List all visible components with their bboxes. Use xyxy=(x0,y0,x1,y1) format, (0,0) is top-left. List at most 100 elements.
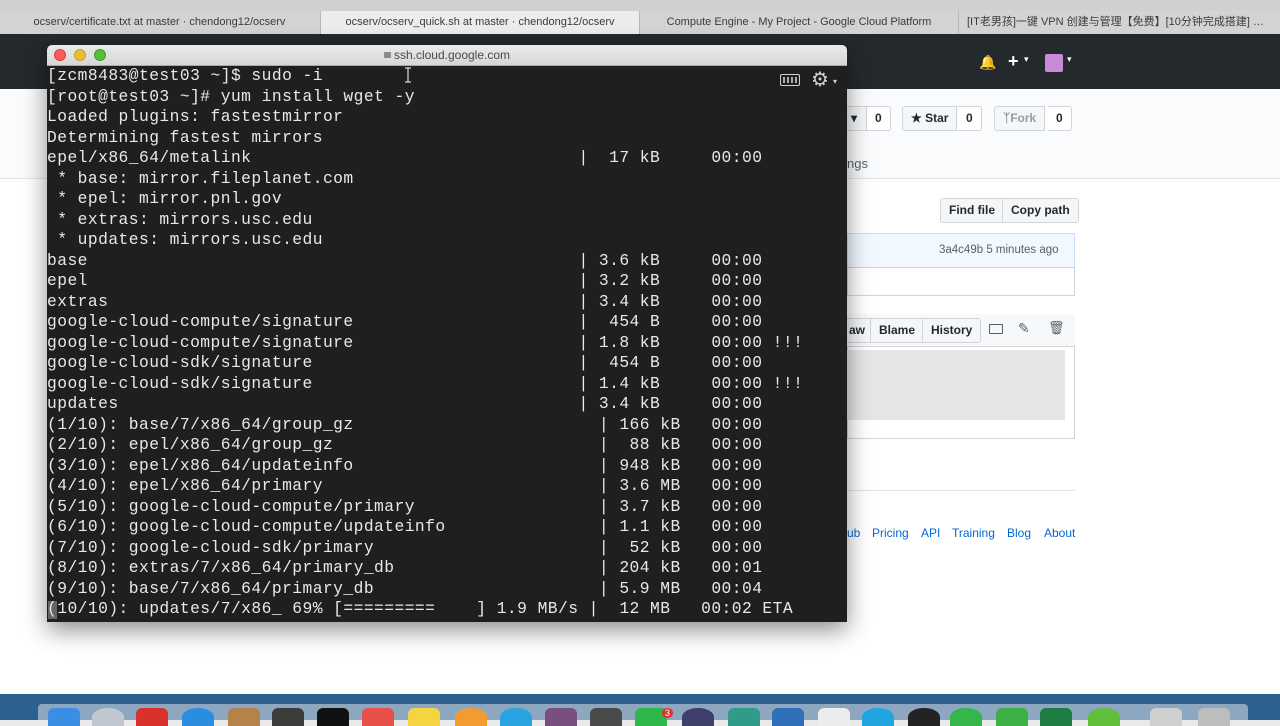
avatar[interactable] xyxy=(1045,54,1063,72)
terminal-output[interactable]: [zcm8483@test03 ~]$ sudo -i [root@test03… xyxy=(47,66,847,622)
browser-tab-bar: ocserv/certificate.txt at master · chend… xyxy=(0,0,1280,34)
app-icon[interactable] xyxy=(590,708,622,726)
pencil-icon[interactable]: ✎ xyxy=(1018,320,1030,337)
terminal-line: * base: mirror.fileplanet.com xyxy=(47,168,354,188)
trash-icon[interactable]: 🗑 xyxy=(1048,320,1065,336)
contributors-box xyxy=(847,267,1075,296)
zoom-window-button[interactable] xyxy=(94,49,106,61)
tab-vpn-video[interactable]: [IT老男孩]一键 VPN 创建与管理【免费】[10分钟完成搭建] 使用... xyxy=(958,11,1280,34)
terminal-line: * updates: mirrors.usc.edu xyxy=(47,230,323,249)
fork-count[interactable]: 0 xyxy=(1048,106,1072,131)
terminal-line: (3/10): epel/x86_64/updateinfo | 948 kB … xyxy=(47,455,763,475)
caret-down-icon[interactable]: ▾ xyxy=(1024,54,1029,65)
caret-down-icon[interactable]: ▾ xyxy=(1067,54,1072,65)
tab-ocserv-quick[interactable]: ocserv/ocserv_quick.sh at master · chend… xyxy=(320,11,639,34)
tab-title: [IT老男孩]一键 VPN 创建与管理【免费】[10分钟完成搭建] 使用... xyxy=(967,16,1280,28)
app-icon[interactable] xyxy=(1088,708,1120,726)
app-icon[interactable] xyxy=(545,708,577,726)
star-icon: ★ xyxy=(911,111,922,125)
tab-certificate[interactable]: ocserv/certificate.txt at master · chend… xyxy=(0,11,319,34)
tab-compute-engine[interactable]: Compute Engine - My Project - Google Clo… xyxy=(639,11,958,34)
finder-icon[interactable] xyxy=(48,708,80,726)
app-icon[interactable] xyxy=(908,708,940,726)
tab-settings[interactable]: ngs xyxy=(847,156,868,171)
terminal-line: (1/10): base/7/x86_64/group_gz | 166 kB … xyxy=(47,414,763,434)
terminal-icon[interactable] xyxy=(317,708,349,726)
terminal-line: Loaded plugins: fastestmirror xyxy=(47,107,344,126)
footer-link-pricing[interactable]: Pricing xyxy=(872,526,909,540)
tab-title: Compute Engine - My Project - Google Clo… xyxy=(666,16,932,28)
terminal-line: google-cloud-compute/signature | 454 B 0… xyxy=(47,312,763,331)
ssh-browser-window: ssh.cloud.google.com [zcm8483@test03 ~]$… xyxy=(47,45,847,622)
app-icon[interactable] xyxy=(682,708,714,726)
terminal-line: * extras: mirrors.usc.edu xyxy=(47,209,313,229)
terminal-line: google-cloud-compute/signature | 1.8 kB … xyxy=(47,332,804,352)
photos-icon[interactable] xyxy=(455,708,487,726)
app-icon[interactable] xyxy=(136,708,168,726)
terminal-line: (2/10): epel/x86_64/group_gz | 88 kB 00:… xyxy=(47,435,763,454)
calendar-icon[interactable] xyxy=(362,708,394,726)
app-icon[interactable] xyxy=(772,708,804,726)
caret-down-icon[interactable]: ▾ xyxy=(833,77,837,86)
app-store-icon[interactable] xyxy=(500,708,532,726)
excel-icon[interactable] xyxy=(1040,708,1072,726)
desktop-icon[interactable] xyxy=(989,324,1003,334)
commit-info[interactable]: 3a4c49b 5 minutes ago xyxy=(939,244,1059,256)
footer-link-github[interactable]: ub xyxy=(847,526,860,540)
downloads-icon[interactable] xyxy=(1150,708,1182,726)
terminal-line: Determining fastest mirrors xyxy=(47,127,323,147)
watch-count[interactable]: 0 xyxy=(867,106,891,131)
terminal-line: epel | 3.2 kB 00:00 xyxy=(47,271,763,290)
app-icon[interactable] xyxy=(996,708,1028,726)
footer-divider xyxy=(847,490,1075,491)
wechat-icon[interactable] xyxy=(950,708,982,726)
footer-link-api[interactable]: API xyxy=(921,526,940,540)
contacts-icon[interactable] xyxy=(228,708,260,726)
tab-title: ocserv/certificate.txt at master · chend… xyxy=(33,16,286,28)
terminal-line: epel/x86_64/metalink | 17 kB 00:00 xyxy=(47,148,763,167)
keyboard-icon[interactable] xyxy=(780,74,800,86)
footer-link-training[interactable]: Training xyxy=(952,526,995,540)
terminal-line: base | 3.6 kB 00:00 xyxy=(47,250,763,270)
terminal-cursor xyxy=(48,601,57,619)
minimize-window-button[interactable] xyxy=(74,49,86,61)
find-file-button[interactable]: Find file xyxy=(940,198,1004,223)
blame-button[interactable]: Blame xyxy=(870,318,925,343)
app-icon[interactable] xyxy=(818,708,850,726)
history-button[interactable]: History xyxy=(922,318,982,343)
text-cursor-icon xyxy=(405,67,411,83)
tab-title: ocserv/ocserv_quick.sh at master · chend… xyxy=(345,16,615,28)
terminal-line: * epel: mirror.pnl.gov xyxy=(47,189,283,208)
bell-icon[interactable]: 🔔 xyxy=(979,54,996,71)
safari-icon[interactable] xyxy=(182,708,214,726)
copy-path-button[interactable]: Copy path xyxy=(1002,198,1079,223)
terminal-line: (4/10): epel/x86_64/primary | 3.6 MB 00:… xyxy=(47,476,763,495)
notification-badge-icon: 3 xyxy=(662,708,674,718)
fork-button[interactable]: ᛉFork xyxy=(994,106,1046,131)
launchpad-icon[interactable] xyxy=(92,708,124,726)
close-window-button[interactable] xyxy=(54,49,66,61)
terminal-line: [zcm8483@test03 ~]$ sudo -i xyxy=(47,66,323,85)
notes-icon[interactable] xyxy=(408,708,440,726)
ssh-window-title: ssh.cloud.google.com xyxy=(47,45,847,66)
gear-icon[interactable]: ⚙ xyxy=(811,70,829,90)
app-icon[interactable] xyxy=(862,708,894,726)
app-icon[interactable] xyxy=(272,708,304,726)
footer-link-about[interactable]: About xyxy=(1044,526,1075,540)
star-count[interactable]: 0 xyxy=(958,106,982,131)
terminal-line: updates | 3.4 kB 00:00 xyxy=(47,394,763,413)
star-button[interactable]: ★ Star xyxy=(902,106,958,131)
ssh-window-titlebar[interactable]: ssh.cloud.google.com xyxy=(47,45,847,66)
star-label: Star xyxy=(925,111,949,125)
app-icon[interactable] xyxy=(728,708,760,726)
browser-toolbar-strip xyxy=(0,0,1280,11)
ssh-window-title-text: ssh.cloud.google.com xyxy=(393,48,511,62)
terminal-line: (6/10): google-cloud-compute/updateinfo … xyxy=(47,517,763,536)
footer-link-blog[interactable]: Blog xyxy=(1007,526,1031,540)
terminal-line-progress: (10/10): updates/7/x86_ 69% [========= ]… xyxy=(47,599,794,618)
terminal-line: (7/10): google-cloud-sdk/primary | 52 kB… xyxy=(47,537,763,557)
terminal-line: (8/10): extras/7/x86_64/primary_db | 204… xyxy=(47,558,763,577)
trash-icon[interactable] xyxy=(1198,708,1230,726)
file-content-selection xyxy=(847,350,1065,420)
plus-icon[interactable]: + xyxy=(1008,51,1019,72)
